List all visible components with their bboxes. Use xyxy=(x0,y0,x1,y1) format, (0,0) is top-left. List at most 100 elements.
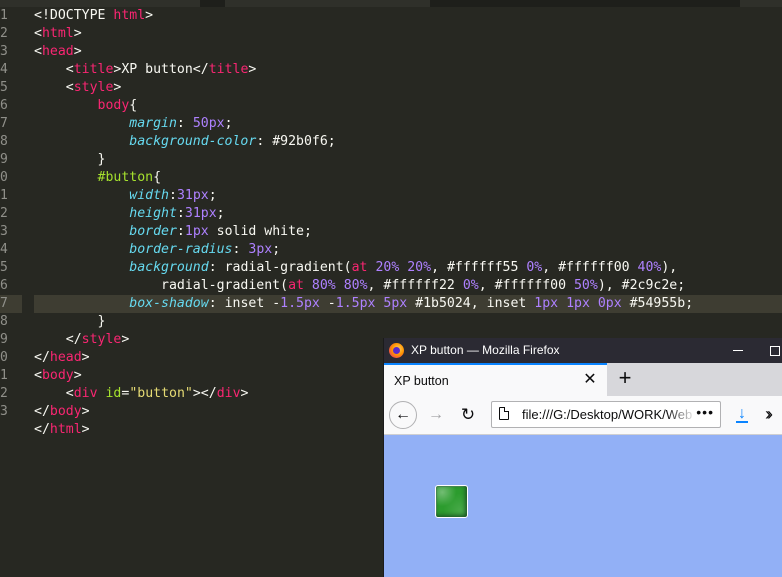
editor-tab[interactable] xyxy=(225,0,430,7)
window-titlebar[interactable]: XP button — Mozilla Firefox xyxy=(384,338,782,363)
code-line[interactable]: } xyxy=(34,151,782,169)
xp-button[interactable] xyxy=(435,485,468,518)
code-token: < xyxy=(34,62,74,77)
line-number: 9 xyxy=(0,152,8,167)
code-line[interactable]: } xyxy=(34,313,782,331)
code-token: ), #2c9c2e; xyxy=(597,278,686,293)
code-line[interactable]: <title>XP button</title> xyxy=(34,61,782,79)
firefox-logo-icon xyxy=(389,343,404,358)
download-icon[interactable]: ↓ xyxy=(734,404,750,424)
code-token: 50% xyxy=(573,278,598,293)
code-token: < xyxy=(34,368,42,383)
code-token: #54955b; xyxy=(621,296,694,311)
line-number: 7 xyxy=(0,116,8,131)
maximize-icon[interactable] xyxy=(770,346,780,356)
reload-icon: ↻ xyxy=(460,405,476,424)
close-icon[interactable]: ✕ xyxy=(581,371,599,389)
line-number: 7 xyxy=(0,295,22,313)
line-number: 3 xyxy=(0,224,8,239)
code-token: < xyxy=(34,44,42,59)
code-token: style xyxy=(73,80,114,95)
code-line[interactable]: background-color: #92b0f6; xyxy=(34,133,782,151)
code-line[interactable]: border-radius: 3px; xyxy=(34,241,782,259)
code-token: </ xyxy=(34,332,82,347)
line-number: 9 xyxy=(0,332,8,347)
code-token: border-radius xyxy=(129,242,233,257)
code-token: html xyxy=(41,26,74,41)
code-token: > xyxy=(121,332,130,347)
code-token: , #ffffff00 xyxy=(542,260,638,275)
overflow-chevron-icon[interactable]: ›› xyxy=(765,404,782,424)
window-title: XP button — Mozilla Firefox xyxy=(411,343,560,357)
line-number: 2 xyxy=(0,206,8,221)
line-number: 1 xyxy=(0,368,8,383)
code-token: body xyxy=(49,404,82,419)
line-number: 5 xyxy=(0,80,8,95)
code-token: solid white; xyxy=(208,224,312,239)
code-token: ; xyxy=(272,242,281,257)
code-token: > xyxy=(81,350,90,365)
code-token: 31px xyxy=(176,188,209,203)
code-token: at xyxy=(288,278,304,293)
code-token: < xyxy=(34,386,74,401)
code-line[interactable]: <style> xyxy=(34,79,782,97)
code-line[interactable]: background: radial-gradient(at 20% 20%, … xyxy=(34,259,782,277)
back-button[interactable]: ← xyxy=(389,401,417,429)
code-token: ), xyxy=(661,260,678,275)
code-token: </ xyxy=(34,350,50,365)
code-line[interactable]: <!DOCTYPE html> xyxy=(34,7,782,25)
code-line[interactable]: height:31px; xyxy=(34,205,782,223)
code-token: head xyxy=(41,44,74,59)
code-token: background xyxy=(129,260,209,275)
editor-tab[interactable] xyxy=(0,0,200,7)
code-token: body xyxy=(97,98,130,113)
line-number: 8 xyxy=(0,314,8,329)
line-number: 6 xyxy=(0,278,8,293)
code-token: : xyxy=(168,188,177,203)
code-token: 0% xyxy=(462,278,479,293)
code-line[interactable]: width:31px; xyxy=(34,187,782,205)
code-token: body xyxy=(41,368,74,383)
editor-tab[interactable] xyxy=(740,0,782,7)
code-line[interactable]: #button{ xyxy=(34,169,782,187)
code-token: - xyxy=(319,296,336,311)
code-line[interactable]: border:1px solid white; xyxy=(34,223,782,241)
url-fade xyxy=(666,402,696,427)
code-token: style xyxy=(81,332,122,347)
line-number: 0 xyxy=(0,170,8,185)
code-token: > xyxy=(248,62,257,77)
minimize-icon[interactable] xyxy=(733,350,743,351)
code-line[interactable]: radial-gradient(at 80% 80%, #ffffff22 0%… xyxy=(34,277,782,295)
code-token: : xyxy=(176,224,185,239)
code-line[interactable]: body{ xyxy=(34,97,782,115)
line-number: 8 xyxy=(0,134,8,149)
code-token: 40% xyxy=(637,260,662,275)
code-line[interactable]: margin: 50px; xyxy=(34,115,782,133)
new-tab-button[interactable]: + xyxy=(614,367,636,390)
url-bar[interactable]: file:///G:/Desktop/WORK/Web ••• xyxy=(491,401,721,428)
page-actions-button[interactable]: ••• xyxy=(696,404,714,420)
navigation-toolbar: ← → ↻ file:///G:/Desktop/WORK/Web ••• ↓ … xyxy=(384,396,782,435)
code-token: : #92b0f6; xyxy=(256,134,336,149)
code-line[interactable]: <html> xyxy=(34,25,782,43)
page-icon xyxy=(499,407,509,420)
code-token: : xyxy=(232,242,249,257)
forward-button[interactable]: → xyxy=(426,405,446,425)
tab-xp-button[interactable]: XP button ✕ xyxy=(384,363,607,396)
arrow-left-icon: ← xyxy=(395,406,411,423)
line-number-gutter: 12345678901234567890123 xyxy=(0,7,22,421)
reload-button[interactable]: ↻ xyxy=(458,405,478,425)
code-line[interactable]: box-shadow: inset -1.5px -1.5px 5px #1b5… xyxy=(34,295,782,313)
code-token: margin xyxy=(129,116,177,131)
code-token: : inset - xyxy=(208,296,281,311)
code-token: at xyxy=(351,260,368,275)
tab-bar: XP button ✕ + xyxy=(384,363,782,396)
code-token: > xyxy=(81,422,90,437)
code-line[interactable]: <head> xyxy=(34,43,782,61)
line-number: 4 xyxy=(0,242,8,257)
code-token: id xyxy=(105,386,122,401)
